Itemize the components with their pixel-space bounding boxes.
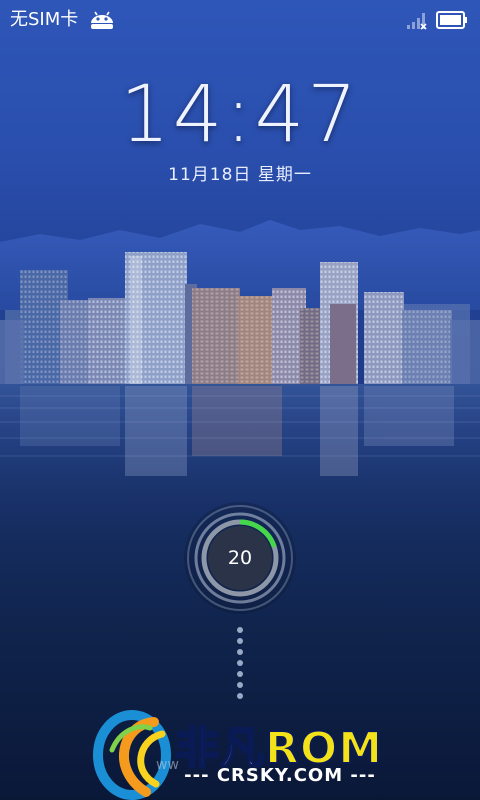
battery-icon: [436, 11, 467, 29]
drag-dot: [237, 649, 243, 655]
drag-dot: [237, 693, 243, 699]
watermark-url: --- CRSKY.COM ---: [184, 765, 376, 786]
drag-dot: [237, 671, 243, 677]
city-skyline-wallpaper: [0, 220, 480, 530]
unlock-drag-track[interactable]: [236, 627, 244, 707]
status-bar: 无SIM卡: [0, 0, 480, 40]
watermark-partial-text: ww: [156, 757, 179, 773]
clock-time: 14:47: [120, 70, 360, 160]
clock-date: 11月18日 星期一: [168, 165, 312, 185]
drag-dot: [237, 660, 243, 666]
lockscreen: 无SIM卡 14:47 11月18日 星期一 20 非凡ROM ww --- C…: [0, 0, 480, 800]
drag-dot: [237, 627, 243, 633]
drag-dot: [237, 682, 243, 688]
carrier-label: 无SIM卡: [10, 9, 79, 30]
signal-icon: [407, 13, 427, 30]
drag-dot: [237, 638, 243, 644]
android-icon: [91, 11, 113, 31]
unlock-ring-value: 20: [227, 547, 253, 569]
unlock-ring[interactable]: 20: [182, 500, 298, 616]
